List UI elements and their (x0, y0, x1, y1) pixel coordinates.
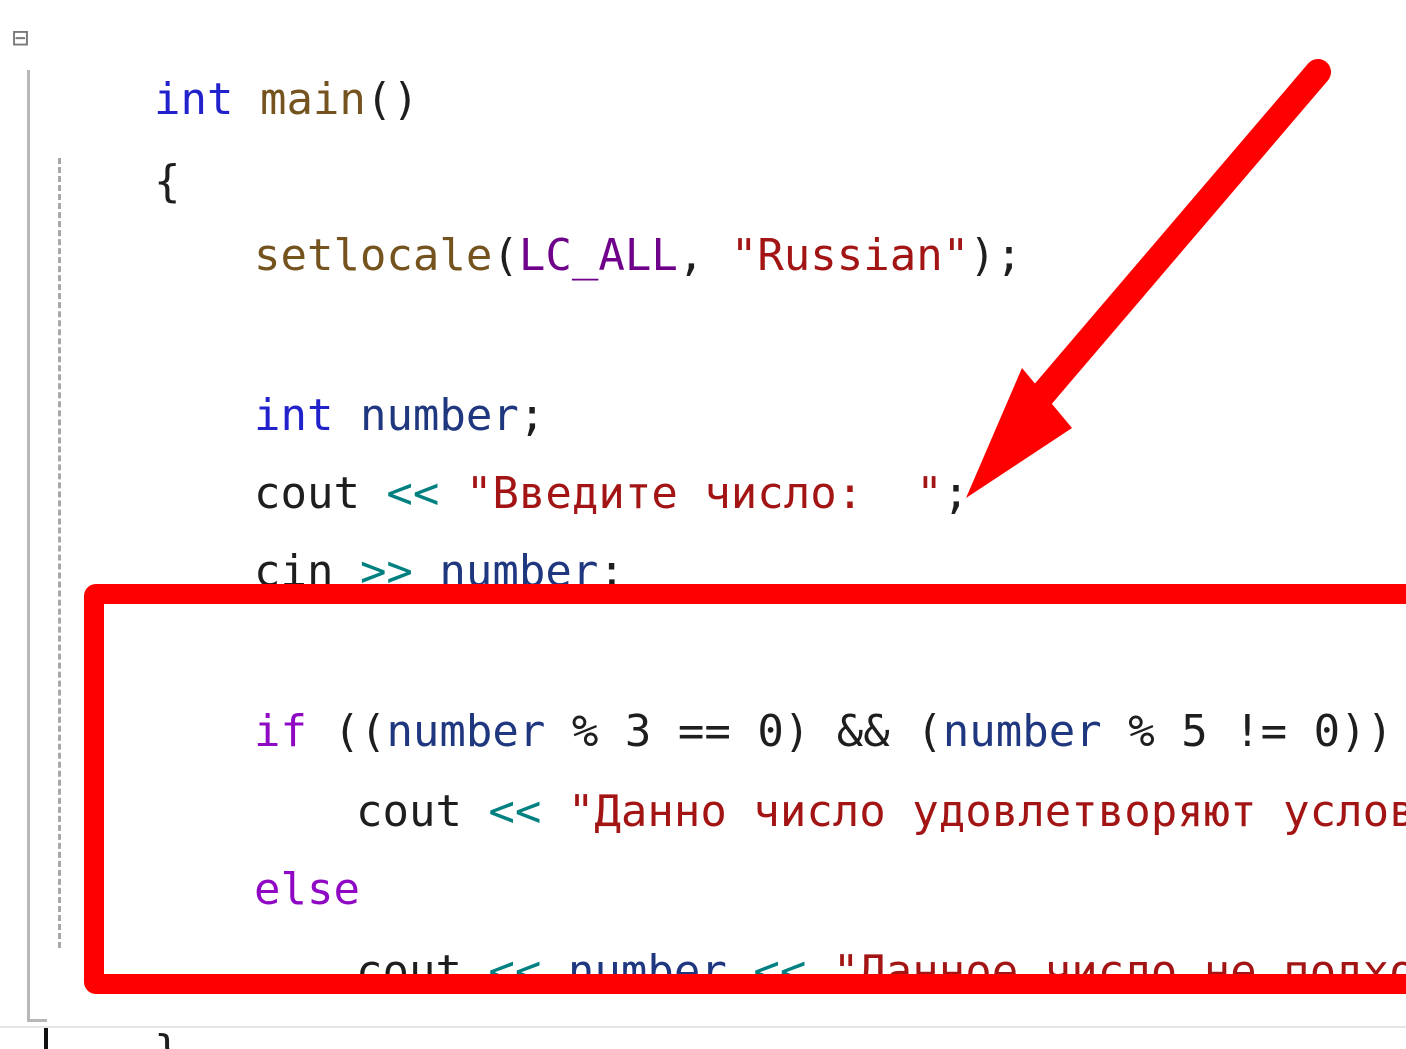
code-editor[interactable]: ⊟ int main() { setlocale(LC_ALL, "Russia… (0, 0, 1406, 1049)
red-arrow-annotation (966, 59, 1331, 498)
arrow-shaft (1013, 59, 1331, 427)
